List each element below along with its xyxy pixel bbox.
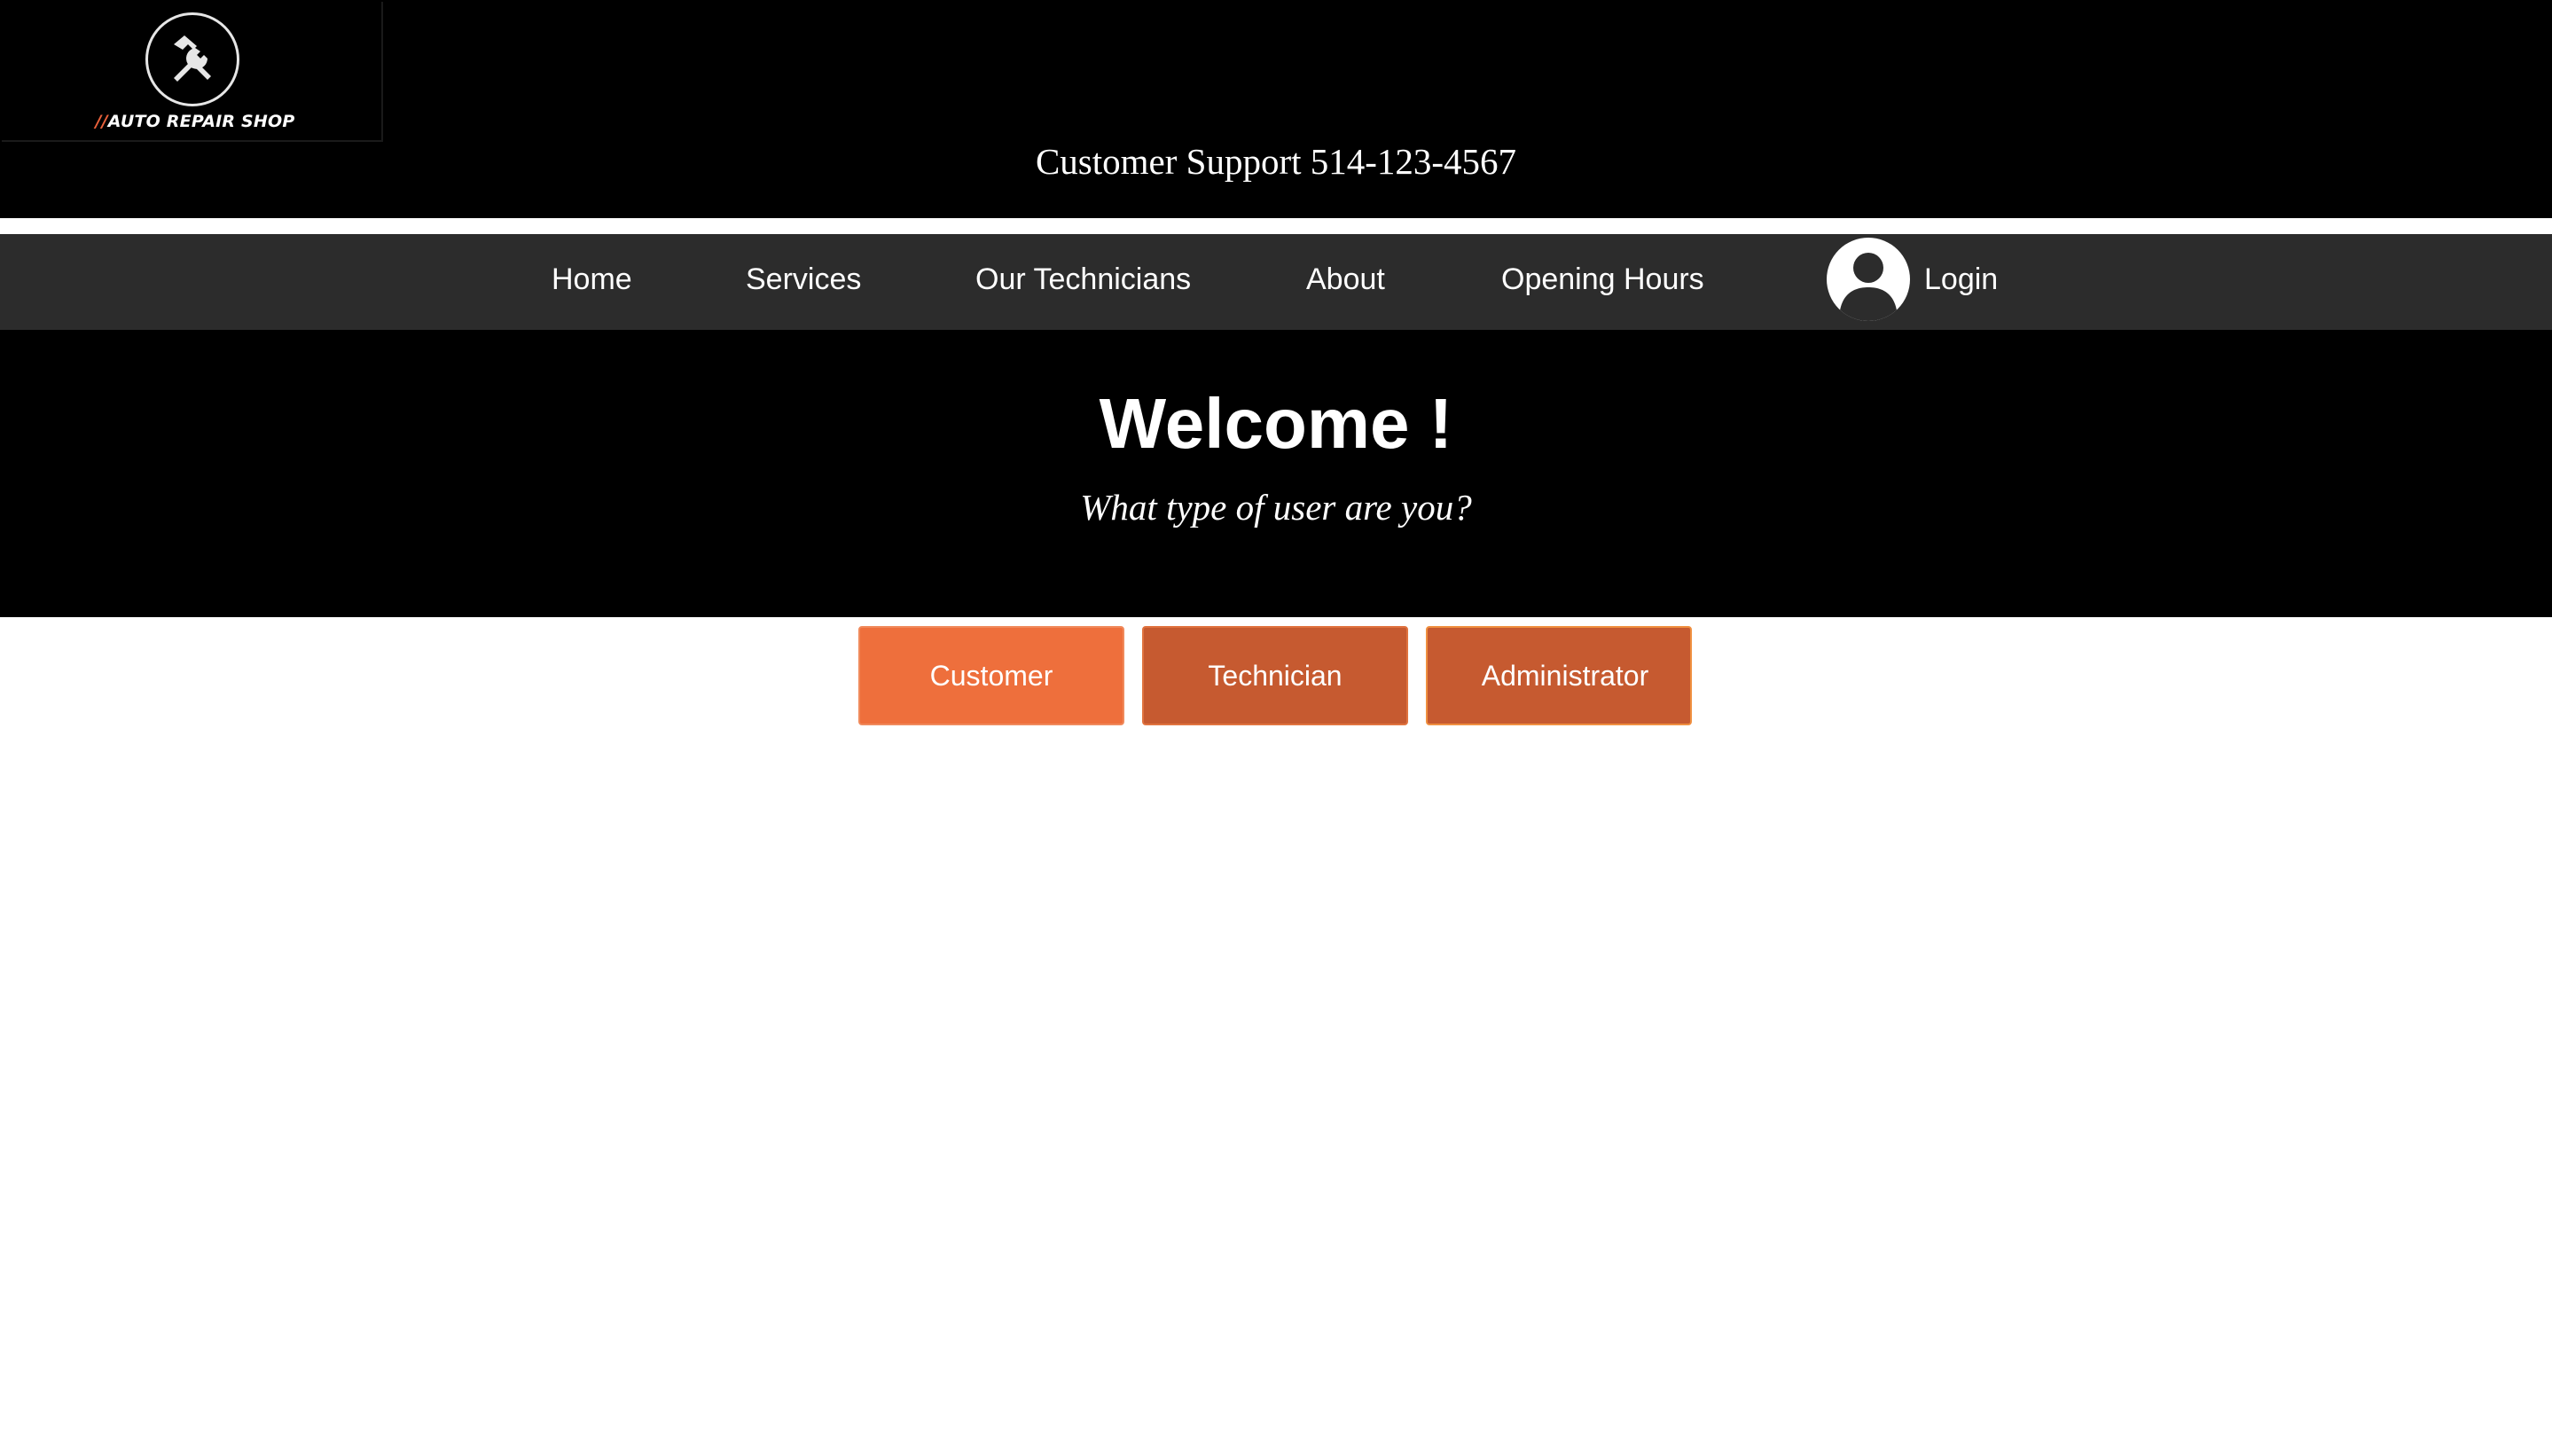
nav-home[interactable]: Home	[552, 234, 632, 330]
login-label: Login	[1924, 262, 1999, 296]
nav-login[interactable]: Login	[1827, 234, 1998, 325]
hammer-wrench-icon	[145, 12, 239, 106]
logo-name: AUTO REPAIR SHOP	[107, 112, 295, 131]
logo-slash: //	[95, 112, 108, 131]
logo-text: //AUTO REPAIR SHOP	[2, 112, 388, 131]
header-divider-top	[2, 218, 2548, 221]
customer-button[interactable]: Customer	[858, 626, 1124, 725]
logo[interactable]: //AUTO REPAIR SHOP	[2, 2, 383, 142]
customer-support-text: Customer Support 514-123-4567	[1035, 141, 1517, 182]
nav-our-technicians[interactable]: Our Technicians	[975, 234, 1191, 330]
page-subtitle: What type of user are you?	[1080, 487, 1472, 528]
technician-button[interactable]: Technician	[1142, 626, 1408, 725]
nav-opening-hours[interactable]: Opening Hours	[1501, 234, 1704, 330]
nav-services[interactable]: Services	[746, 234, 861, 330]
top-header: //AUTO REPAIR SHOP Customer Support 514-…	[0, 0, 2552, 218]
administrator-button[interactable]: Administrator	[1426, 626, 1692, 725]
page-title: Welcome !	[1099, 384, 1453, 463]
nav-about[interactable]: About	[1306, 234, 1385, 330]
hero: Welcome ! What type of user are you?	[0, 330, 2552, 617]
main-nav: Home Services Our Technicians About Open…	[0, 234, 2552, 330]
header-divider-bottom	[2, 225, 2548, 228]
page: //AUTO REPAIR SHOP Customer Support 514-…	[0, 0, 2552, 1456]
user-avatar-icon	[1827, 238, 1910, 321]
